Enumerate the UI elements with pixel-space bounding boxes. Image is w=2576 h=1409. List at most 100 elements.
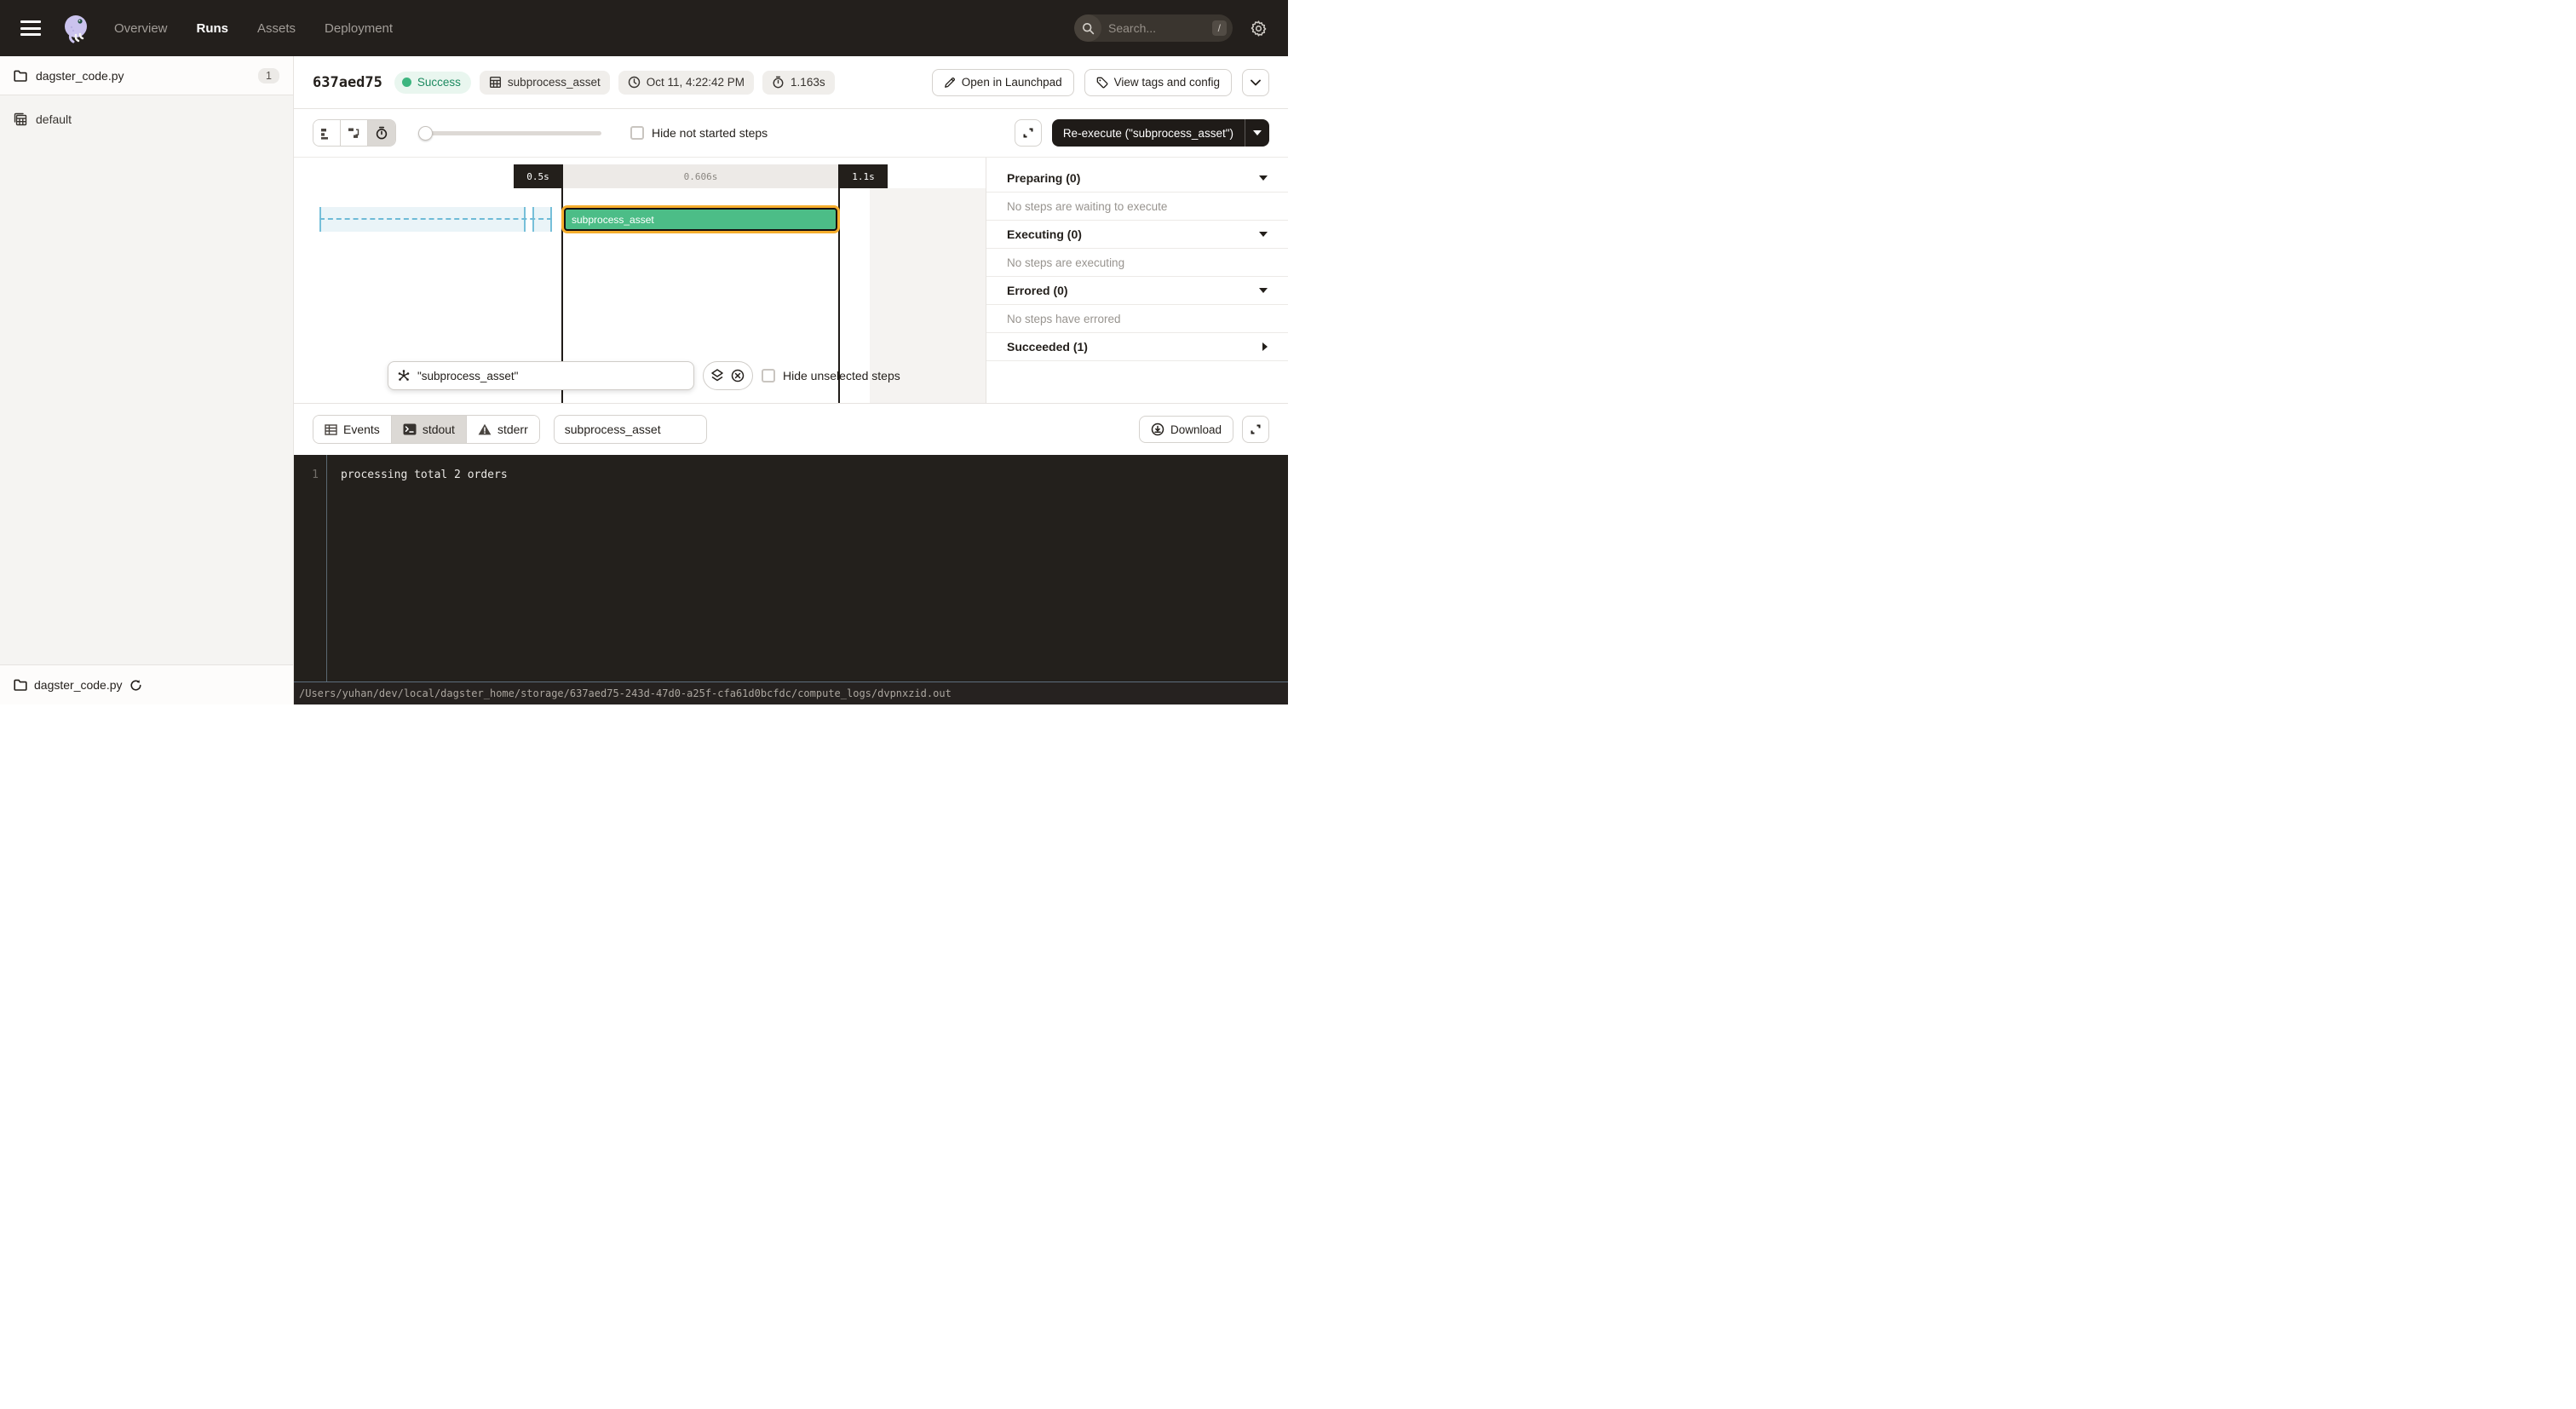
checkbox-box[interactable]: [630, 126, 644, 140]
op-selector-icon: [397, 369, 411, 382]
job-icon: [489, 76, 502, 89]
caret-down-icon: [1259, 232, 1268, 237]
caret-down-icon: [1259, 175, 1268, 181]
sidebar-count-badge: 1: [258, 68, 279, 83]
folder-icon: [14, 70, 27, 82]
sidebar-footer-code-location[interactable]: dagster_code.py: [0, 664, 293, 704]
panel-section-errored[interactable]: Errored (0): [986, 277, 1288, 305]
sidebar-spacer: [0, 136, 293, 664]
gutter-divider: [326, 455, 327, 681]
slider-knob[interactable]: [418, 126, 433, 141]
download-icon: [1151, 423, 1164, 436]
sidebar-footer-file-label: dagster_code.py: [34, 678, 123, 692]
timeline-end-marker: 1.1s: [839, 164, 888, 188]
logs-section: Events stdout stderr: [294, 403, 1288, 704]
log-line: 1 processing total 2 orders: [294, 455, 1288, 481]
panel-section-executing[interactable]: Executing (0): [986, 221, 1288, 249]
sidebar-file-label: dagster_code.py: [36, 69, 124, 83]
gantt-step-bar[interactable]: subprocess_asset: [564, 208, 837, 231]
gantt-view-mode-segmented: [313, 119, 396, 147]
tab-events[interactable]: Events: [313, 416, 392, 443]
duration-pill: 1.163s: [762, 71, 835, 95]
panel-empty-preparing: No steps are waiting to execute: [986, 193, 1288, 221]
reexecute-button[interactable]: Re-execute ("subprocess_asset"): [1052, 119, 1245, 147]
events-icon: [325, 424, 337, 435]
reexecute-split-button: Re-execute ("subprocess_asset"): [1052, 119, 1269, 147]
step-filter-input-wrap: [388, 361, 694, 390]
log-line-number: 1: [294, 469, 326, 481]
timeline-start-marker: 0.5s: [514, 164, 562, 188]
reload-icon[interactable]: [129, 679, 142, 692]
download-button[interactable]: Download: [1139, 416, 1233, 443]
step-filter-input[interactable]: [417, 370, 685, 382]
caret-right-icon: [1262, 342, 1268, 351]
expand-icon: [1022, 127, 1034, 139]
status-dot: [402, 78, 411, 87]
global-search[interactable]: /: [1074, 14, 1233, 42]
status-badge: Success: [394, 72, 471, 94]
timeline-duration-band: 0.606s: [562, 164, 839, 188]
sidebar-item-code-location[interactable]: dagster_code.py 1: [0, 56, 293, 95]
panel-section-preparing[interactable]: Preparing (0): [986, 164, 1288, 193]
filter-actions-pill: [703, 361, 753, 390]
log-tabs: Events stdout stderr: [313, 415, 540, 444]
layers-icon[interactable]: [711, 369, 723, 382]
nav-link-assets[interactable]: Assets: [257, 21, 296, 36]
checkbox-box[interactable]: [762, 369, 775, 382]
gantt-chart[interactable]: 0.5s 0.606s 1.1s subprocess_asset: [294, 158, 986, 403]
dagster-logo[interactable]: [60, 12, 92, 44]
sidebar-item-default-job[interactable]: default: [0, 102, 293, 136]
chevron-down-icon: [1251, 79, 1261, 86]
job-icon: [14, 112, 27, 126]
panel-empty-executing: No steps are executing: [986, 249, 1288, 277]
flat-view-icon[interactable]: [313, 120, 341, 146]
step-filter-row: Hide unselected steps: [388, 361, 900, 390]
menu-icon[interactable]: [20, 20, 41, 36]
view-tags-button[interactable]: View tags and config: [1084, 69, 1232, 96]
clock-icon: [628, 76, 641, 89]
run-id: 637aed75: [313, 74, 382, 91]
run-header: 637aed75 Success subprocess_asset Oct 11…: [294, 56, 1288, 109]
asset-tag-pill[interactable]: subprocess_asset: [480, 71, 610, 95]
search-icon: [1074, 14, 1101, 42]
run-header-more-button[interactable]: [1242, 69, 1269, 96]
timed-view-icon[interactable]: [368, 120, 395, 146]
hide-unselected-checkbox[interactable]: Hide unselected steps: [762, 369, 900, 382]
waterfall-dashed-line: [319, 218, 552, 220]
gantt-toolbar: Hide not started steps Re-execute ("subp…: [294, 109, 1288, 158]
hide-not-started-checkbox[interactable]: Hide not started steps: [630, 126, 768, 140]
reexecute-caret-button[interactable]: [1245, 119, 1269, 147]
expand-icon: [1250, 423, 1262, 435]
log-line-text: processing total 2 orders: [326, 469, 508, 481]
step-states-panel: Preparing (0) No steps are waiting to ex…: [986, 158, 1288, 403]
tab-stdout[interactable]: stdout: [392, 416, 467, 443]
timestamp-pill: Oct 11, 4:22:42 PM: [618, 71, 754, 95]
log-path-bar: /Users/yuhan/dev/local/dagster_home/stor…: [294, 681, 1288, 704]
left-sidebar: dagster_code.py 1 default dagster_code.p…: [0, 56, 294, 704]
clear-icon[interactable]: [731, 369, 745, 382]
nav-link-runs[interactable]: Runs: [197, 21, 229, 36]
stderr-icon: [478, 423, 492, 435]
stdout-icon: [403, 423, 417, 435]
top-navbar: Overview Runs Assets Deployment /: [0, 0, 1288, 56]
edit-icon: [944, 77, 956, 89]
panel-section-succeeded[interactable]: Succeeded (1): [986, 333, 1288, 361]
slider-track: [425, 131, 601, 135]
waterfall-view-icon[interactable]: [341, 120, 368, 146]
open-launchpad-button[interactable]: Open in Launchpad: [932, 69, 1074, 96]
tab-stderr[interactable]: stderr: [467, 416, 539, 443]
log-step-selector[interactable]: [554, 415, 707, 444]
nav-links: Overview Runs Assets Deployment: [114, 21, 393, 36]
gantt-section: Hide not started steps Re-execute ("subp…: [294, 109, 1288, 403]
nav-link-deployment[interactable]: Deployment: [325, 21, 393, 36]
folder-icon: [14, 679, 27, 691]
log-viewer[interactable]: 1 processing total 2 orders: [294, 455, 1288, 681]
gantt-fullscreen-button[interactable]: [1015, 119, 1042, 147]
tag-icon: [1096, 77, 1108, 89]
logs-fullscreen-button[interactable]: [1242, 416, 1269, 443]
search-input[interactable]: [1101, 21, 1212, 35]
gear-icon[interactable]: [1250, 20, 1268, 37]
logs-toolbar: Events stdout stderr: [294, 404, 1288, 455]
nav-link-overview[interactable]: Overview: [114, 21, 168, 36]
gantt-zoom-slider[interactable]: [418, 125, 601, 141]
